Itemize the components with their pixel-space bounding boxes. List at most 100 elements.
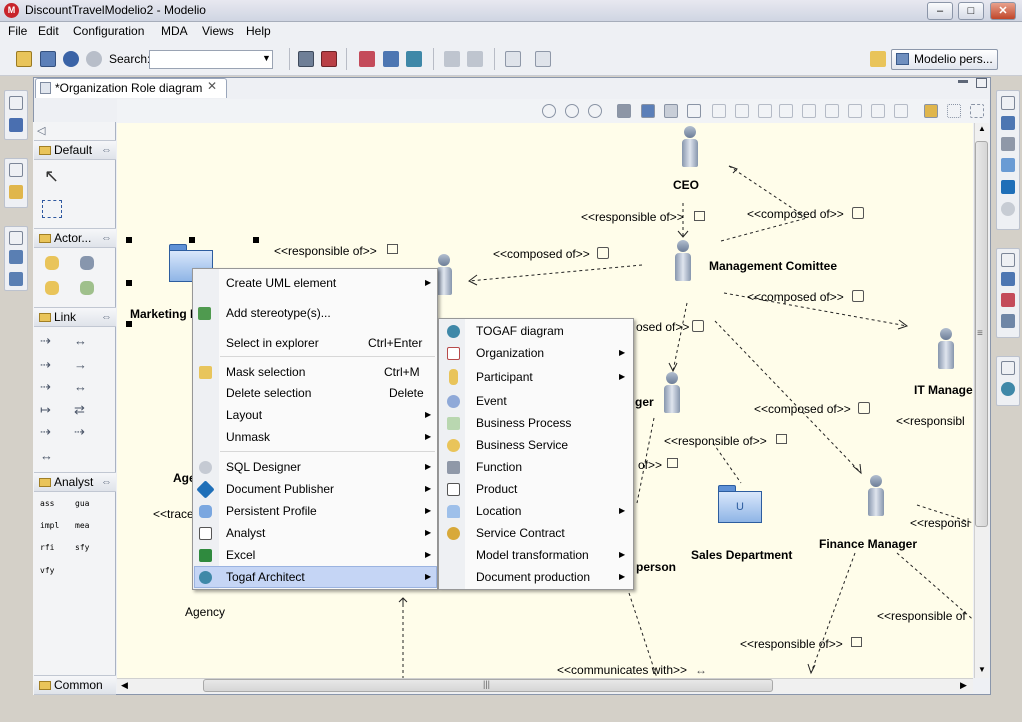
togaf-icon[interactable] bbox=[1001, 382, 1015, 396]
menu-file[interactable]: File bbox=[8, 24, 27, 38]
chart-icon[interactable] bbox=[383, 51, 399, 67]
search-input[interactable] bbox=[149, 50, 273, 69]
sub-location[interactable]: Location ▶ bbox=[439, 500, 633, 522]
actor-management-comittee[interactable] bbox=[673, 240, 693, 285]
select-area-icon[interactable] bbox=[687, 104, 701, 118]
sub-product[interactable]: Product bbox=[439, 478, 633, 500]
report-icon[interactable] bbox=[359, 51, 375, 67]
link-tool-icon[interactable]: ⇢ bbox=[40, 333, 51, 349]
restore-icon[interactable] bbox=[1001, 253, 1015, 267]
actor-tool-icon[interactable] bbox=[80, 256, 94, 270]
palette-group-analyst[interactable]: Analyst ⇔ bbox=[34, 472, 116, 492]
sub-document-production[interactable]: Document production ▶ bbox=[439, 566, 633, 588]
scroll-down-icon[interactable]: ▼ bbox=[978, 665, 986, 674]
save-diagram-icon[interactable] bbox=[641, 104, 655, 118]
participant-tool-icon[interactable] bbox=[45, 256, 59, 270]
maximize-view-icon[interactable] bbox=[976, 78, 987, 88]
notes-icon[interactable] bbox=[1001, 272, 1015, 286]
sub-participant[interactable]: Participant ▶ bbox=[439, 366, 633, 388]
stereotype-tool-ass[interactable]: ass bbox=[40, 499, 54, 508]
grid-icon[interactable] bbox=[947, 104, 961, 118]
forward-icon[interactable] bbox=[467, 51, 483, 67]
hierarchy-icon[interactable] bbox=[9, 272, 23, 286]
menu-help[interactable]: Help bbox=[246, 24, 271, 38]
symbol-icon[interactable] bbox=[1001, 314, 1015, 328]
menu-views[interactable]: Views bbox=[202, 24, 234, 38]
back-icon[interactable] bbox=[444, 51, 460, 67]
align-middle-icon[interactable] bbox=[802, 104, 816, 118]
properties-icon[interactable] bbox=[9, 185, 23, 199]
align-left-icon[interactable] bbox=[735, 104, 749, 118]
selection-handle[interactable] bbox=[253, 237, 259, 243]
stereotype-tool-vfy[interactable]: vfy bbox=[40, 566, 54, 575]
zoom-out-icon[interactable] bbox=[588, 104, 602, 118]
new-project-icon[interactable] bbox=[16, 51, 32, 67]
selection-handle[interactable] bbox=[126, 280, 132, 286]
selection-handle[interactable] bbox=[126, 321, 132, 327]
scroll-right-icon[interactable]: ▶ bbox=[960, 680, 967, 691]
participant-group-tool-icon[interactable] bbox=[45, 281, 59, 295]
communicates-tool-icon[interactable]: ↔ bbox=[74, 379, 87, 394]
stereotype-tool-impl[interactable]: impl bbox=[40, 521, 59, 530]
restore-icon[interactable] bbox=[1001, 361, 1015, 375]
ctx-create-uml-element[interactable]: Create UML element ▶ bbox=[193, 272, 437, 294]
redo-icon[interactable] bbox=[86, 51, 102, 67]
print-icon[interactable] bbox=[617, 104, 631, 118]
ctx-unmask[interactable]: Unmask ▶ bbox=[193, 426, 437, 448]
association-tool-icon[interactable]: → bbox=[74, 357, 87, 372]
stereotype-tool-rfi[interactable]: rfi bbox=[40, 543, 54, 552]
realization-tool-icon[interactable]: ⇄ bbox=[74, 402, 85, 418]
palette-group-default[interactable]: Default ⇔ bbox=[34, 140, 116, 160]
sub-function[interactable]: Function bbox=[439, 456, 633, 478]
audit-icon[interactable] bbox=[1001, 293, 1015, 307]
actor-group-tool-icon[interactable] bbox=[80, 281, 94, 295]
ctx-persistent-profile[interactable]: Persistent Profile ▶ bbox=[193, 500, 437, 522]
ctx-add-stereotype[interactable]: Add stereotype(s)... bbox=[193, 302, 437, 324]
bidirectional-tool-icon[interactable]: ↔ bbox=[40, 448, 53, 463]
stereotype-tool-sfy[interactable]: sfy bbox=[75, 543, 89, 552]
stereotype-tool-mea[interactable]: mea bbox=[75, 521, 89, 530]
document-icon[interactable] bbox=[505, 51, 521, 67]
sub-business-process[interactable]: Business Process bbox=[439, 412, 633, 434]
minimize-button[interactable]: – bbox=[927, 2, 953, 20]
selection-handle[interactable] bbox=[189, 237, 195, 243]
ctx-excel[interactable]: Excel ▶ bbox=[193, 544, 437, 566]
outline-icon[interactable] bbox=[1001, 116, 1015, 130]
palette-collapse-icon[interactable]: ◁ bbox=[37, 124, 45, 137]
zoom-in-icon[interactable] bbox=[542, 104, 556, 118]
menu-edit[interactable]: Edit bbox=[38, 24, 59, 38]
zoom-fit-icon[interactable] bbox=[565, 104, 579, 118]
ctx-togaf-architect[interactable]: Togaf Architect ▶ bbox=[193, 566, 437, 588]
composition-tool-icon[interactable]: ↔ bbox=[74, 333, 87, 348]
minimize-view-icon[interactable] bbox=[958, 80, 968, 83]
align-center-icon[interactable] bbox=[825, 104, 839, 118]
selection-handle[interactable] bbox=[126, 237, 132, 243]
palette-group-link[interactable]: Link ⇔ bbox=[34, 307, 116, 327]
snap-icon[interactable] bbox=[970, 104, 984, 118]
stereotype-tool-gua[interactable]: gua bbox=[75, 499, 89, 508]
sub-business-service[interactable]: Business Service bbox=[439, 434, 633, 456]
select-tool-icon[interactable]: ↖ bbox=[44, 166, 59, 187]
dependency-tool-icon[interactable]: ⇢ bbox=[40, 357, 51, 373]
ctx-document-publisher[interactable]: Document Publisher ▶ bbox=[193, 478, 437, 500]
actor-ceo[interactable] bbox=[680, 126, 700, 171]
close-button[interactable]: ✕ bbox=[990, 2, 1016, 20]
palette-group-actor[interactable]: Actor... ⇔ bbox=[34, 228, 116, 248]
scroll-left-icon[interactable]: ◀ bbox=[121, 680, 128, 691]
same-height-icon[interactable] bbox=[871, 104, 885, 118]
snapshot-icon[interactable] bbox=[664, 104, 678, 118]
open-perspective-icon[interactable] bbox=[870, 51, 886, 67]
usage-tool-icon[interactable]: ⇢ bbox=[74, 424, 85, 440]
flow-tool-icon[interactable]: ↦ bbox=[40, 402, 51, 418]
console-icon[interactable] bbox=[1001, 137, 1015, 151]
actor-finance-manager[interactable] bbox=[866, 475, 886, 520]
marquee-tool-icon[interactable] bbox=[42, 200, 62, 218]
modelio-app-icon[interactable]: M bbox=[4, 3, 19, 18]
ctx-mask-selection[interactable]: Mask selection Ctrl+M bbox=[193, 361, 437, 383]
sub-service-contract[interactable]: Service Contract bbox=[439, 522, 633, 544]
restore-icon[interactable] bbox=[9, 96, 23, 110]
gear-icon[interactable] bbox=[1001, 202, 1015, 216]
org-sales-department[interactable]: U bbox=[718, 485, 762, 523]
align-top-icon[interactable] bbox=[712, 104, 726, 118]
trace-tool-icon[interactable]: ⇢ bbox=[40, 424, 51, 440]
